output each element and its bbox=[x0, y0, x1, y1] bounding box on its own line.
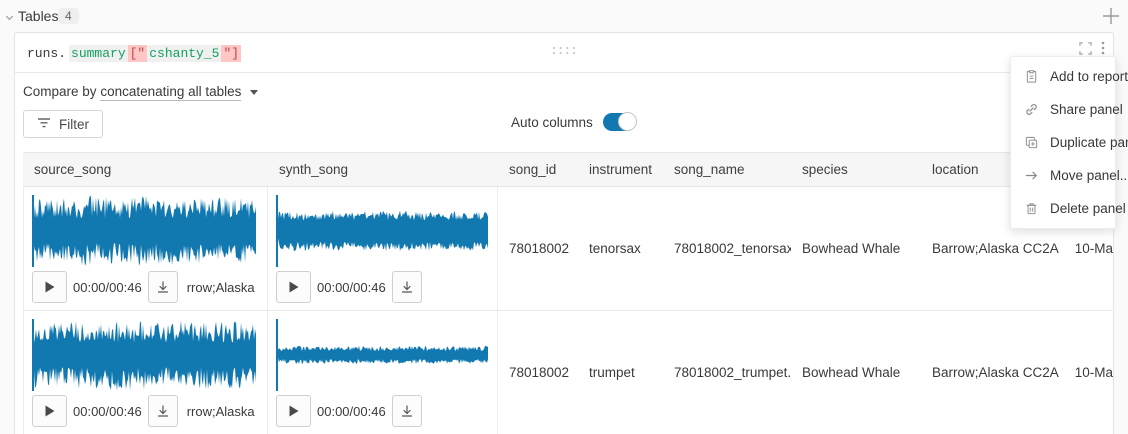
cell-song-name: 78018002_tenorsax.wav bbox=[663, 187, 791, 310]
menu-item-move-panel[interactable]: Move panel... bbox=[1011, 159, 1115, 192]
table-row: 00:00/00:46 rrow;Alaska CC 00:00/00:46 bbox=[23, 311, 1114, 434]
playhead-cursor bbox=[276, 319, 278, 391]
download-button[interactable] bbox=[392, 271, 422, 303]
download-button[interactable] bbox=[148, 395, 178, 427]
playhead-cursor bbox=[32, 195, 34, 267]
filter-button-label: Filter bbox=[59, 117, 89, 132]
toggle-knob bbox=[618, 112, 637, 131]
audio-cell-synth-song: 00:00/00:46 bbox=[268, 311, 498, 434]
column-header-song-id[interactable]: song_id bbox=[498, 153, 578, 186]
menu-item-label: Duplicate panel bbox=[1050, 135, 1128, 150]
panel-corner-actions bbox=[1079, 41, 1105, 55]
audio-cell-synth-song: 00:00/00:46 bbox=[268, 187, 498, 310]
menu-item-label: Share panel bbox=[1050, 102, 1123, 117]
section-header: Tables 4 bbox=[0, 0, 1128, 32]
audio-time: 00:00/00:46 bbox=[317, 280, 386, 295]
cell-song-name: 78018002_trumpet.wav bbox=[663, 311, 791, 434]
menu-item-duplicate-panel[interactable]: Duplicate panel bbox=[1011, 126, 1115, 159]
audio-controls: 00:00/00:46 rrow;Alaska CC bbox=[32, 395, 255, 427]
audio-caption: rrow;Alaska CC bbox=[187, 280, 255, 295]
compare-row: Compare by concatenating all tables bbox=[23, 84, 1113, 101]
cell-date: 10-Ma bbox=[1060, 311, 1114, 434]
expression-token-open: [" bbox=[128, 45, 148, 62]
cell-instrument: tenorsax bbox=[578, 187, 663, 310]
audio-controls: 00:00/00:46 bbox=[276, 271, 485, 303]
waveform-image bbox=[276, 319, 488, 391]
report-icon bbox=[1024, 69, 1039, 84]
compare-label: Compare by bbox=[23, 84, 97, 99]
column-header-instrument[interactable]: instrument bbox=[578, 153, 663, 186]
play-button[interactable] bbox=[276, 395, 311, 427]
table-header-row: source_song synth_song song_id instrumen… bbox=[23, 152, 1114, 187]
duplicate-icon bbox=[1024, 135, 1039, 150]
column-header-song-name[interactable]: song_name bbox=[663, 153, 791, 186]
kebab-menu-icon[interactable] bbox=[1101, 41, 1105, 55]
audio-time: 00:00/00:46 bbox=[73, 280, 142, 295]
table-row: 00:00/00:46 rrow;Alaska CC 00:00/00:46 bbox=[23, 187, 1114, 311]
waveform-image bbox=[276, 195, 488, 267]
audio-controls: 00:00/00:46 rrow;Alaska CC bbox=[32, 271, 255, 303]
cell-species: Bowhead Whale bbox=[791, 311, 921, 434]
filter-icon bbox=[37, 117, 51, 132]
toolbar-row: Filter Auto columns bbox=[23, 110, 1113, 140]
caret-down-icon bbox=[250, 90, 258, 95]
cell-song-id: 78018002 bbox=[498, 311, 578, 434]
play-button[interactable] bbox=[32, 271, 67, 303]
panel-body: Compare by concatenating all tables Filt… bbox=[15, 84, 1113, 434]
audio-cell-source-song: 00:00/00:46 rrow;Alaska CC bbox=[23, 311, 268, 434]
menu-item-delete-panel[interactable]: Delete panel bbox=[1011, 192, 1115, 225]
table-panel: runs.summary["cshanty_5"] Compare by con… bbox=[14, 32, 1114, 434]
playhead-cursor bbox=[276, 195, 278, 267]
compare-select-value: concatenating all tables bbox=[100, 84, 241, 101]
fullscreen-icon[interactable] bbox=[1079, 42, 1092, 55]
section-count-badge: 4 bbox=[58, 8, 79, 24]
add-panel-icon[interactable] bbox=[1100, 5, 1122, 32]
auto-columns-control: Auto columns bbox=[511, 113, 636, 131]
compare-select[interactable]: concatenating all tables bbox=[100, 84, 258, 101]
waveform-image bbox=[32, 319, 256, 391]
column-header-source-song[interactable]: source_song bbox=[23, 153, 268, 186]
play-button[interactable] bbox=[276, 271, 311, 303]
expression-token-close: "] bbox=[221, 45, 241, 62]
auto-columns-label: Auto columns bbox=[511, 115, 593, 130]
auto-columns-toggle[interactable] bbox=[603, 113, 636, 131]
waveform-plot[interactable] bbox=[32, 195, 255, 267]
cell-song-id: 78018002 bbox=[498, 187, 578, 310]
column-header-species[interactable]: species bbox=[791, 153, 921, 186]
menu-item-add-to-report[interactable]: Add to report bbox=[1011, 60, 1115, 93]
waveform-plot[interactable] bbox=[32, 319, 255, 391]
playhead-cursor bbox=[32, 319, 34, 391]
cell-species: Bowhead Whale bbox=[791, 187, 921, 310]
cell-location: Barrow;Alaska CC2A bbox=[921, 311, 1060, 434]
play-button[interactable] bbox=[32, 395, 67, 427]
audio-cell-source-song: 00:00/00:46 rrow;Alaska CC bbox=[23, 187, 268, 310]
results-table: source_song synth_song song_id instrumen… bbox=[23, 152, 1114, 434]
expression-runs: runs. bbox=[27, 46, 66, 61]
menu-item-label: Delete panel bbox=[1050, 201, 1126, 216]
audio-caption: rrow;Alaska CC bbox=[187, 404, 255, 419]
waveform-image bbox=[32, 195, 256, 267]
expression-token-summary: summary bbox=[69, 45, 128, 62]
waveform-plot[interactable] bbox=[276, 319, 485, 391]
panel-context-menu: Add to report Share panel Duplicate pane… bbox=[1010, 56, 1116, 229]
menu-item-label: Add to report bbox=[1050, 69, 1128, 84]
filter-button[interactable]: Filter bbox=[23, 110, 103, 138]
drag-handle-icon[interactable] bbox=[552, 42, 576, 60]
move-arrow-icon bbox=[1024, 168, 1039, 183]
audio-time: 00:00/00:46 bbox=[317, 404, 386, 419]
menu-item-label: Move panel... bbox=[1050, 168, 1128, 183]
expression-token-key: cshanty_5 bbox=[147, 45, 221, 62]
link-icon bbox=[1024, 102, 1039, 117]
trash-icon bbox=[1024, 201, 1039, 216]
download-button[interactable] bbox=[148, 271, 178, 303]
audio-time: 00:00/00:46 bbox=[73, 404, 142, 419]
audio-controls: 00:00/00:46 bbox=[276, 395, 485, 427]
chevron-down-icon[interactable] bbox=[4, 10, 15, 28]
column-header-synth-song[interactable]: synth_song bbox=[268, 153, 498, 186]
cell-instrument: trumpet bbox=[578, 311, 663, 434]
download-button[interactable] bbox=[392, 395, 422, 427]
section-title[interactable]: Tables bbox=[18, 8, 58, 24]
waveform-plot[interactable] bbox=[276, 195, 485, 267]
menu-item-share-panel[interactable]: Share panel bbox=[1011, 93, 1115, 126]
